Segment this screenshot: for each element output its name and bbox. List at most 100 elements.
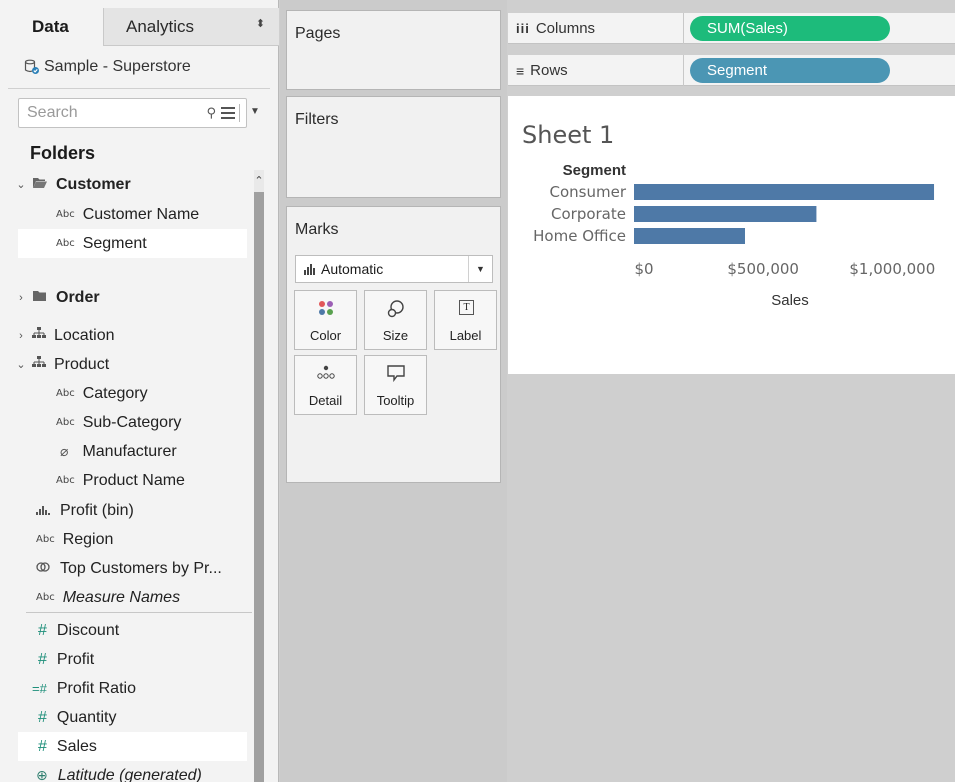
automatic-mark-icon — [304, 263, 315, 275]
tooltip-button[interactable]: Tooltip — [364, 355, 427, 415]
bar[interactable] — [634, 206, 817, 222]
field-discount[interactable]: # Discount — [0, 616, 260, 645]
data-pane: Data Analytics ⬍ Sample - Superstore Sea… — [0, 0, 279, 782]
size-button[interactable]: Size — [364, 290, 427, 350]
abc-icon: Abc — [56, 388, 75, 399]
field-label: Customer Name — [82, 205, 200, 223]
divider — [239, 104, 240, 122]
size-icon — [365, 299, 426, 324]
field-region[interactable]: Abc Region — [0, 525, 260, 554]
tableau-workspace: Data Analytics ⬍ Sample - Superstore Sea… — [0, 0, 955, 782]
category-label: Consumer — [550, 183, 627, 201]
datasource[interactable]: Sample - Superstore — [24, 58, 191, 76]
chevron-right-icon[interactable]: › — [14, 330, 28, 342]
field-manufacturer[interactable]: ⌀ Manufacturer — [0, 437, 260, 466]
mark-type-dropdown[interactable]: Automatic ▼ — [295, 255, 493, 283]
number-icon: # — [38, 737, 47, 755]
marks-card: Marks Automatic ▼ Color Size T Label Det… — [286, 206, 501, 483]
hierarchy-icon — [32, 355, 46, 374]
field-segment[interactable]: Abc Segment — [18, 229, 247, 258]
pages-shelf[interactable]: Pages — [286, 10, 501, 90]
field-profit[interactable]: # Profit — [0, 645, 260, 674]
chevron-down-icon[interactable]: ▼ — [468, 256, 492, 282]
scroll-arrows-icon[interactable]: ⬍ — [256, 17, 265, 30]
search-box[interactable]: Search ⚲ — [18, 98, 247, 128]
field-category[interactable]: Abc Category — [0, 379, 260, 408]
worksheet-area: iii Columns SUM(Sales) ≡ Rows Segment Sh… — [508, 0, 955, 782]
set-top-customers[interactable]: Top Customers by Pr... — [0, 554, 260, 583]
chevron-right-icon[interactable]: › — [14, 292, 28, 304]
field-label: Product Name — [82, 471, 185, 489]
x-tick-label: $500,000 — [727, 260, 799, 278]
rows-shelf[interactable]: ≡ Rows Segment — [508, 55, 955, 86]
scrollbar-thumb[interactable] — [254, 192, 264, 782]
datasource-icon — [24, 59, 40, 75]
number-icon: # — [38, 650, 47, 668]
search-icon[interactable]: ⚲ — [206, 105, 216, 121]
data-pane-scrollbar[interactable]: ⌃ — [254, 170, 264, 782]
detail-label: Detail — [308, 393, 343, 408]
field-profit-ratio[interactable]: =# Profit Ratio — [0, 674, 260, 703]
x-tick-label: $1,000,000 — [849, 260, 935, 278]
divider — [683, 13, 684, 44]
columns-icon: iii — [516, 21, 530, 36]
mark-type-value: Automatic — [321, 261, 384, 277]
detail-icon — [295, 364, 356, 385]
field-measure-names[interactable]: Abc Measure Names — [0, 583, 260, 612]
field-profit-bin[interactable]: Profit (bin) — [0, 496, 260, 525]
tooltip-label: Tooltip — [376, 393, 415, 408]
tab-analytics[interactable]: Analytics ⬍ — [104, 8, 279, 46]
abc-icon: Abc — [56, 475, 75, 486]
hierarchy-icon — [32, 326, 46, 345]
bar-chart[interactable]: Segment Consumer Corporate Home Office $0 $50… — [508, 96, 955, 374]
view-list-icon[interactable] — [221, 107, 235, 119]
field-label: Quantity — [56, 708, 117, 726]
chevron-down-icon[interactable]: ⌄ — [14, 178, 28, 191]
color-button[interactable]: Color — [294, 290, 357, 350]
label-icon: T — [459, 300, 474, 315]
x-axis-label: Sales — [771, 292, 809, 309]
tab-data[interactable]: Data — [0, 8, 104, 46]
scroll-up-icon[interactable]: ⌃ — [254, 174, 264, 187]
field-sales[interactable]: # Sales — [18, 732, 247, 761]
label-label: Label — [449, 328, 482, 343]
category-label: Home Office — [533, 227, 626, 245]
folder-order[interactable]: › Order — [0, 283, 260, 312]
field-label: Order — [56, 288, 100, 306]
detail-button[interactable]: Detail — [294, 355, 357, 415]
bar[interactable] — [634, 184, 935, 200]
pill-segment[interactable]: Segment — [690, 58, 890, 83]
hierarchy-location[interactable]: › Location — [0, 321, 260, 350]
bin-icon — [36, 502, 52, 520]
filters-shelf[interactable]: Filters — [286, 96, 501, 198]
marks-title: Marks — [295, 221, 339, 238]
field-label: Top Customers by Pr... — [60, 559, 222, 577]
label-button[interactable]: T Label — [434, 290, 497, 350]
worksheet-view[interactable]: Sheet 1 Segment Consumer Corporate Home Off… — [508, 96, 955, 374]
field-customer-name[interactable]: Abc Customer Name — [0, 200, 260, 229]
chevron-down-icon[interactable]: ⌄ — [14, 358, 28, 371]
field-label: Profit (bin) — [60, 501, 134, 519]
hierarchy-product[interactable]: ⌄ Product — [0, 350, 260, 379]
pill-sum-sales[interactable]: SUM(Sales) — [690, 16, 890, 41]
field-quantity[interactable]: # Quantity — [0, 703, 260, 732]
search-input[interactable]: Search — [19, 104, 206, 122]
field-product-name[interactable]: Abc Product Name — [0, 466, 260, 495]
divider — [8, 88, 270, 89]
x-tick-label: $0 — [634, 260, 653, 278]
columns-shelf[interactable]: iii Columns SUM(Sales) — [508, 13, 955, 44]
chevron-down-icon[interactable]: ▼ — [250, 106, 260, 117]
columns-shelf-label: iii Columns — [516, 20, 595, 37]
calculated-number-icon: =# — [32, 681, 47, 696]
field-sub-category[interactable]: Abc Sub-Category — [0, 408, 260, 437]
bar[interactable] — [634, 228, 745, 244]
globe-icon: ⊕ — [36, 767, 48, 782]
abc-icon: Abc — [56, 238, 75, 249]
abc-icon: Abc — [36, 534, 55, 545]
columns-text: Columns — [535, 20, 596, 37]
field-label: Product — [54, 355, 110, 373]
abc-icon: Abc — [56, 209, 75, 220]
field-latitude[interactable]: ⊕ Latitude (generated) — [0, 761, 260, 782]
folder-customer[interactable]: ⌄ Customer — [0, 170, 260, 199]
tab-analytics-label: Analytics — [126, 16, 195, 36]
